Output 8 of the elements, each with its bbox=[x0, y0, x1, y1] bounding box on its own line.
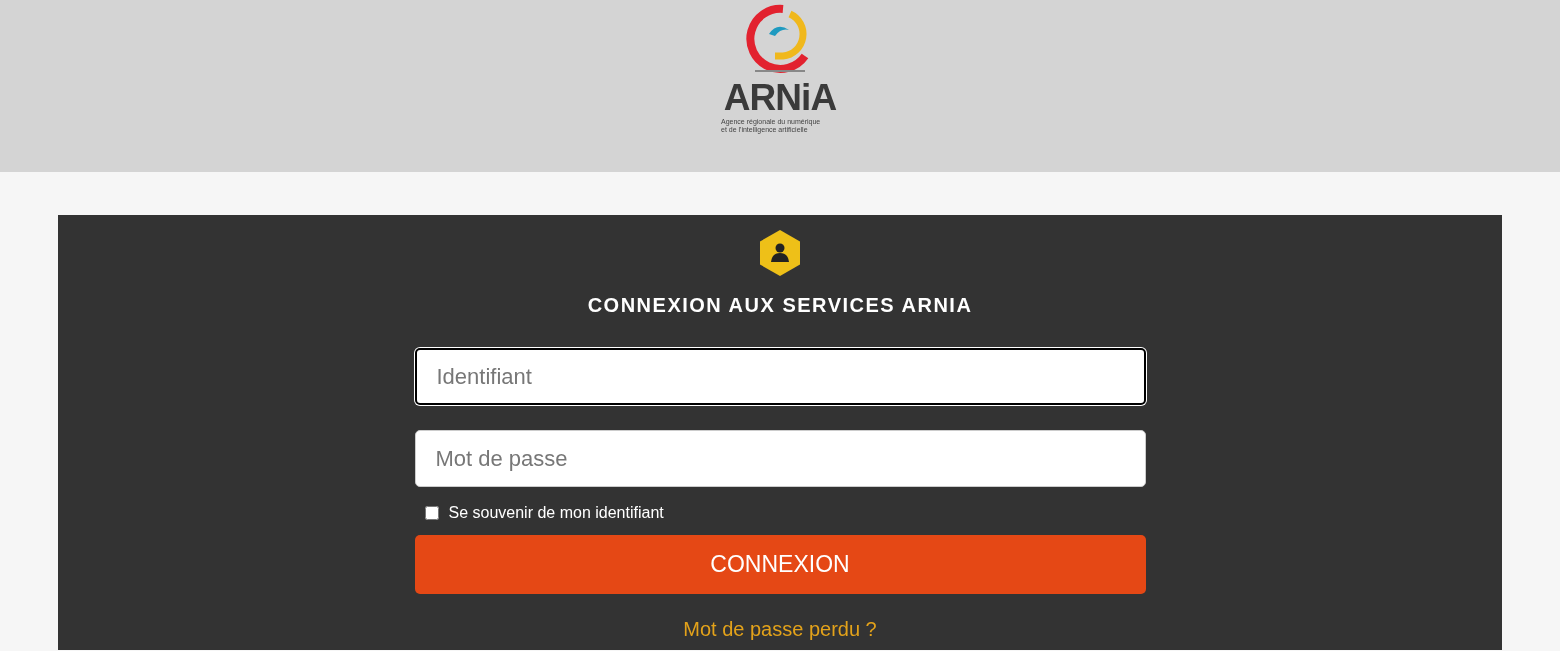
remember-checkbox[interactable] bbox=[424, 506, 439, 520]
forgot-password-link[interactable]: Mot de passe perdu ? bbox=[683, 614, 877, 644]
login-title: CONNEXION AUX SERVICES ARNIA bbox=[587, 293, 973, 318]
remember-label: Se souvenir de mon identifiant bbox=[448, 503, 664, 523]
logo-name: ARNiA bbox=[723, 78, 837, 118]
input-field[interactable]: Identifiant bbox=[414, 348, 1146, 405]
user-icon bbox=[758, 229, 802, 277]
login-button[interactable]: CONNEXION bbox=[414, 535, 1146, 594]
